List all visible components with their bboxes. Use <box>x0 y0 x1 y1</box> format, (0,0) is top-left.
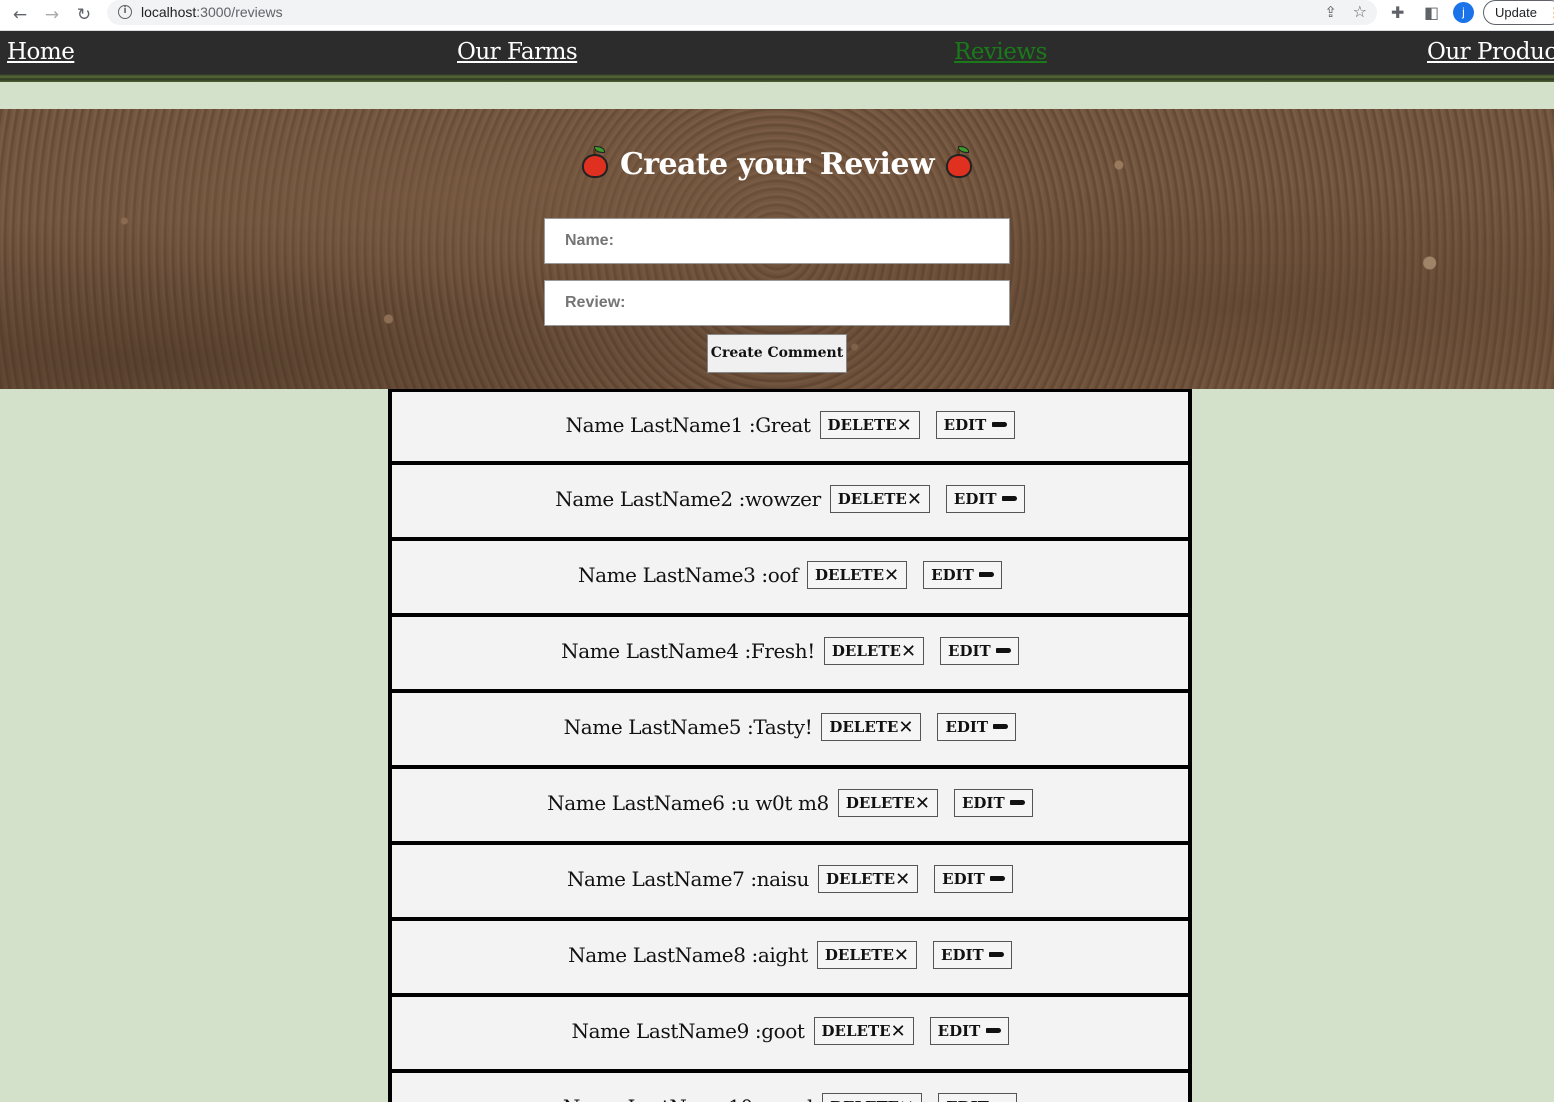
review-input[interactable] <box>544 280 1010 326</box>
review-list: Name LastName1 :Great DELETE✕ EDIT Name La… <box>388 389 1192 1102</box>
review-item: Name LastName2 :wowzer DELETE✕ EDIT <box>388 465 1192 541</box>
close-x-icon: ✕ <box>895 869 911 890</box>
review-item: Name LastName9 :goot DELETE✕ EDIT <box>388 997 1192 1073</box>
review-form-section: Create your Review Create Comment <box>0 109 1554 389</box>
pencil-icon <box>1001 496 1017 501</box>
site-info-icon[interactable]: i <box>118 5 132 19</box>
side-panel-icon[interactable]: ◧ <box>1424 3 1439 22</box>
forward-arrow-icon[interactable]: → <box>40 3 64 27</box>
close-x-icon: ✕ <box>899 1097 914 1102</box>
close-x-icon: ✕ <box>900 641 917 662</box>
review-item: Name LastName6 :u w0t m8 DELETE✕ EDIT <box>388 769 1192 845</box>
review-item: Name LastName5 :Tasty! DELETE✕ EDIT <box>388 693 1192 769</box>
delete-review-button[interactable]: DELETE✕ <box>823 637 925 665</box>
url-text: localhost:3000/reviews <box>141 4 283 20</box>
browser-toolbar: ← → ↻ i localhost:3000/reviews ⇪ ☆ ✚ ◧ j… <box>0 0 1554 31</box>
close-x-icon: ✕ <box>898 717 914 738</box>
review-text: Name LastName6 :u w0t m8 <box>547 791 829 815</box>
review-text: Name LastName8 :aight <box>568 943 808 967</box>
extensions-puzzle-icon[interactable]: ✚ <box>1391 3 1404 22</box>
delete-review-button[interactable]: DELETE✕ <box>813 1017 914 1045</box>
review-text: Name LastName9 :goot <box>571 1019 805 1043</box>
edit-review-button[interactable]: EDIT <box>937 713 1017 741</box>
review-text: Name LastName3 :oof <box>577 563 799 587</box>
review-item: Name LastName10 :good DELETE✕ EDIT <box>388 1073 1192 1102</box>
form-heading: Create your Review <box>0 146 1554 182</box>
delete-review-button[interactable]: DELETE✕ <box>818 865 919 893</box>
menu-dots-icon: ⋮ <box>1548 1 1554 24</box>
review-item: Name LastName8 :aight DELETE✕ EDIT <box>388 921 1192 997</box>
edit-review-button[interactable]: EDIT <box>940 637 1019 665</box>
pencil-icon <box>979 572 994 577</box>
nav-link-reviews[interactable]: Reviews <box>954 39 1047 65</box>
close-x-icon: ✕ <box>914 793 930 814</box>
review-text: Name LastName7 :naisu <box>566 867 810 891</box>
apple-icon <box>944 146 974 178</box>
nav-link-home[interactable]: Home <box>7 39 75 65</box>
edit-review-button[interactable]: EDIT <box>953 789 1033 817</box>
nav-link-our-farms[interactable]: Our Farms <box>457 39 578 65</box>
back-arrow-icon[interactable]: ← <box>8 3 32 27</box>
edit-review-button[interactable]: EDIT <box>938 1093 1018 1102</box>
edit-review-button[interactable]: EDIT <box>929 1017 1009 1045</box>
site-navbar: Home Our Farms Reviews Our Product <box>0 31 1554 82</box>
pencil-icon <box>993 724 1009 729</box>
address-bar[interactable]: i localhost:3000/reviews ⇪ ☆ <box>107 0 1377 25</box>
close-x-icon: ✕ <box>896 414 912 436</box>
close-x-icon: ✕ <box>890 1021 906 1042</box>
edit-review-button[interactable]: EDIT <box>923 561 1002 589</box>
pencil-icon <box>991 421 1007 427</box>
delete-review-button[interactable]: DELETE✕ <box>822 1093 923 1102</box>
nav-link-our-products[interactable]: Our Product <box>1427 39 1554 65</box>
create-comment-button[interactable]: Create Comment <box>707 334 847 373</box>
review-item: Name LastName4 :Fresh! DELETE✕ EDIT <box>388 617 1192 693</box>
delete-review-button[interactable]: DELETE✕ <box>819 410 920 439</box>
edit-review-button[interactable]: EDIT <box>945 485 1025 513</box>
apple-icon <box>580 146 610 178</box>
review-item: Name LastName3 :oof DELETE✕ EDIT <box>388 541 1192 617</box>
delete-review-button[interactable]: DELETE✕ <box>829 485 930 513</box>
review-text: Name LastName10 :good <box>563 1095 814 1102</box>
delete-review-button[interactable]: DELETE✕ <box>816 941 918 969</box>
close-x-icon: ✕ <box>893 945 910 966</box>
delete-review-button[interactable]: DELETE✕ <box>837 789 938 817</box>
delete-review-button[interactable]: DELETE✕ <box>807 561 908 589</box>
close-x-icon: ✕ <box>906 489 922 510</box>
pencil-icon <box>988 952 1004 957</box>
bookmark-star-icon[interactable]: ☆ <box>1353 2 1367 21</box>
edit-review-button[interactable]: EDIT <box>935 410 1015 439</box>
review-text: Name LastName4 :Fresh! <box>561 639 815 663</box>
review-text: Name LastName5 :Tasty! <box>563 715 813 739</box>
close-x-icon: ✕ <box>884 565 900 586</box>
pencil-icon <box>995 648 1011 653</box>
share-icon[interactable]: ⇪ <box>1324 3 1337 21</box>
pencil-icon <box>985 1028 1001 1033</box>
edit-review-button[interactable]: EDIT <box>934 865 1014 893</box>
name-input[interactable] <box>544 218 1010 264</box>
pencil-icon <box>990 876 1006 881</box>
delete-review-button[interactable]: DELETE✕ <box>821 713 922 741</box>
edit-review-button[interactable]: EDIT <box>933 941 1012 969</box>
form-title-text: Create your Review <box>619 147 935 182</box>
review-item: Name LastName7 :naisu DELETE✕ EDIT <box>388 845 1192 921</box>
review-text: Name LastName2 :wowzer <box>555 487 821 511</box>
review-text: Name LastName1 :Great <box>565 412 811 437</box>
pencil-icon <box>1009 800 1025 805</box>
review-item: Name LastName1 :Great DELETE✕ EDIT <box>388 389 1192 465</box>
reload-icon[interactable]: ↻ <box>72 3 96 27</box>
profile-avatar[interactable]: j <box>1453 2 1474 23</box>
update-button[interactable]: Update⋮ <box>1483 0 1554 25</box>
